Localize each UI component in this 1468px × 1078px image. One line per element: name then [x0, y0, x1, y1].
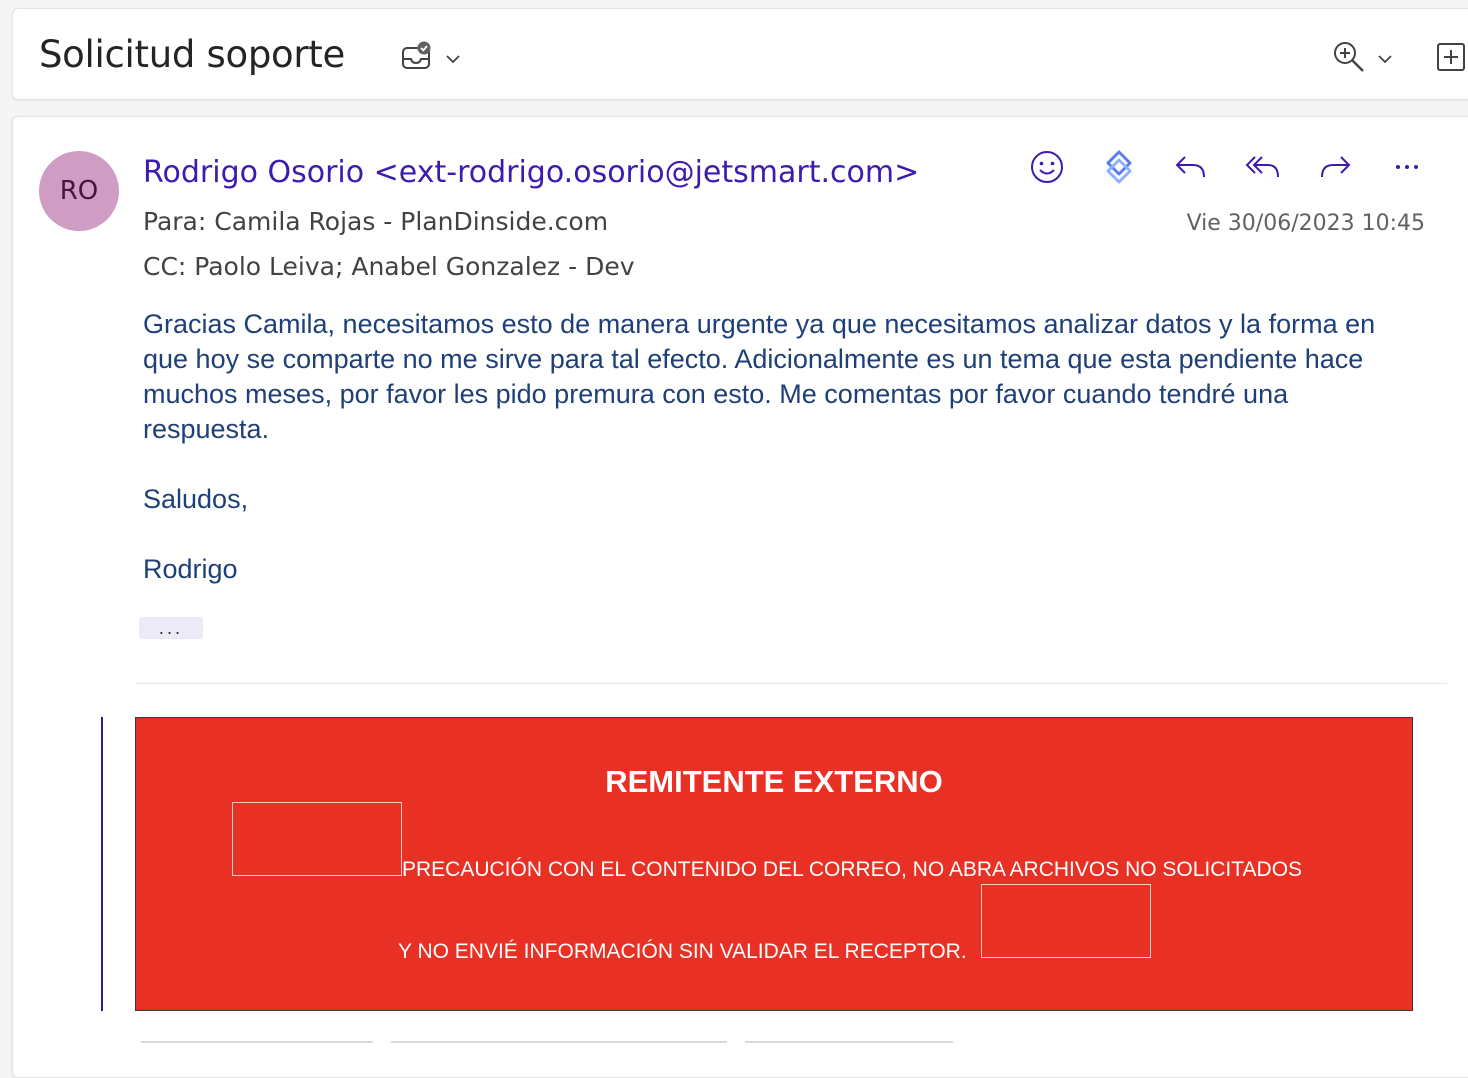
attachment-edge: [391, 1041, 727, 1043]
banner-title: REMITENTE EXTERNO: [605, 764, 943, 799]
categorize-button[interactable]: [397, 37, 437, 77]
chevron-down-icon[interactable]: [1373, 47, 1397, 71]
message-body: Gracias Camila, necesitamos esto de mane…: [143, 307, 1403, 587]
attachment-edge: [745, 1041, 953, 1043]
zoom-in-icon: [1334, 42, 1364, 72]
react-button[interactable]: [1027, 147, 1067, 187]
reply-all-button[interactable]: [1243, 147, 1283, 187]
cc-line[interactable]: CC: Paolo Leiva; Anabel Gonzalez - Dev: [143, 252, 635, 281]
banner-line-2: Y NO ENVIÉ INFORMACIÓN SIN VALIDAR EL RE…: [398, 940, 967, 963]
message-card: RO Rodrigo Osorio <ext-rodrigo.osorio@je…: [12, 116, 1468, 1078]
attachment-edge: [141, 1041, 373, 1043]
more-actions-button[interactable]: [1387, 147, 1427, 187]
avatar[interactable]: RO: [39, 151, 119, 231]
sender-name[interactable]: Rodrigo Osorio <ext-rodrigo.osorio@jetsm…: [143, 155, 919, 190]
smile-icon: [1031, 151, 1063, 183]
greeting: Saludos,: [143, 484, 249, 514]
reply-icon: [1175, 156, 1205, 178]
conversation-header: Solicitud soporte: [12, 8, 1468, 100]
body-paragraph: Gracias Camila, necesitamos esto de mane…: [143, 309, 1376, 444]
message-date: Vie 30/06/2023 10:45: [1186, 211, 1425, 236]
reply-all-icon: [1245, 156, 1279, 178]
chevron-down-icon[interactable]: [441, 47, 465, 71]
reply-button[interactable]: [1171, 147, 1211, 187]
show-quoted-button[interactable]: ...: [139, 617, 203, 639]
more-icon: [1396, 165, 1418, 169]
zoom-button[interactable]: [1329, 37, 1369, 77]
forward-icon: [1321, 156, 1351, 178]
loop-icon: [1106, 150, 1132, 184]
email-subject: Solicitud soporte: [39, 33, 345, 76]
to-line[interactable]: Para: Camila Rojas - PlanDinside.com: [143, 207, 608, 236]
window-plus-icon: [1437, 43, 1465, 71]
image-placeholder: [981, 884, 1151, 958]
divider: [135, 683, 1447, 684]
quote-bar: [101, 717, 103, 1011]
mail-check-icon: [402, 41, 431, 69]
signature: Rodrigo: [143, 554, 238, 584]
forward-button[interactable]: [1315, 147, 1355, 187]
banner-line-1: PRECAUCIÓN CON EL CONTENIDO DEL CORREO, …: [402, 858, 1303, 881]
external-sender-banner: REMITENTE EXTERNO PRECAUCIÓN CON EL CONT…: [135, 717, 1413, 1011]
open-in-new-window-button[interactable]: [1433, 37, 1468, 77]
loop-button[interactable]: [1099, 147, 1139, 187]
image-placeholder: [232, 802, 402, 876]
